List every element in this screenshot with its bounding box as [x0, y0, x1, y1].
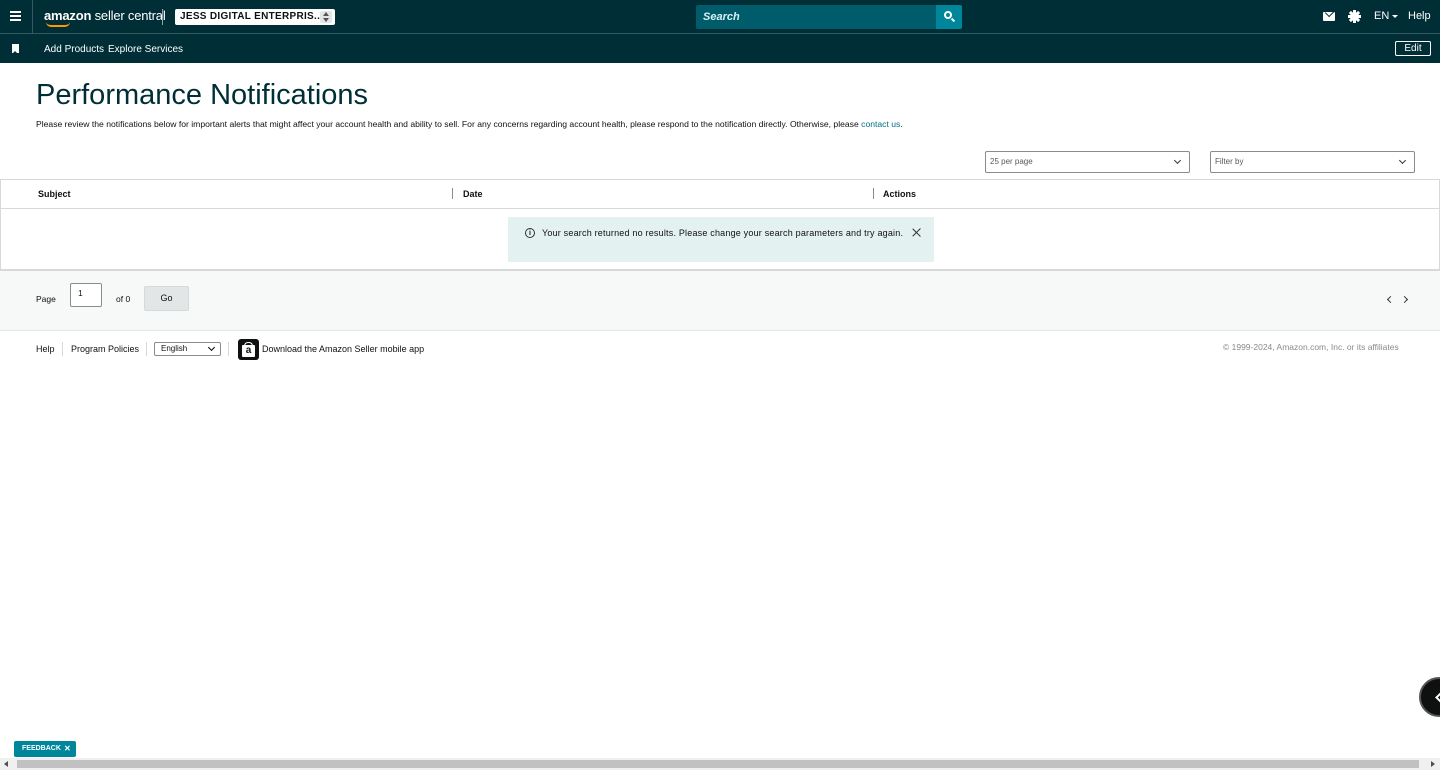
chevron-down-icon	[1398, 156, 1407, 165]
account-name: JESS DIGITAL ENTERPRIS...	[180, 11, 324, 22]
logo-amazon: amazon	[44, 8, 92, 23]
nav-add-products[interactable]: Add Products	[44, 44, 104, 55]
bookmark-bar: Add Products Explore Services Edit	[0, 34, 1440, 63]
header-divider	[162, 9, 163, 25]
page-description: Please review the notifications below fo…	[36, 119, 903, 129]
filter-select[interactable]: Filter by	[1210, 151, 1415, 173]
language-selector[interactable]: EN	[1374, 10, 1399, 22]
footer-divider	[228, 342, 229, 356]
seller-central-logo[interactable]: amazon seller central	[44, 8, 166, 27]
account-switcher[interactable]: JESS DIGITAL ENTERPRIS...	[175, 9, 335, 25]
updown-arrows-icon	[320, 11, 332, 23]
contact-us-link[interactable]: contact us	[861, 119, 900, 129]
mail-icon[interactable]	[1323, 12, 1335, 21]
chevron-left-icon	[1435, 691, 1440, 704]
top-header: amazon seller central JESS DIGITAL ENTER…	[0, 0, 1440, 34]
feedback-label: FEEDBACK	[22, 745, 61, 752]
feedback-button[interactable]: FEEDBACK ✕	[14, 741, 76, 757]
info-icon: i	[525, 228, 535, 238]
no-results-message: Your search returned no results. Please …	[542, 228, 904, 238]
help-link[interactable]: Help	[1408, 10, 1431, 22]
column-divider	[452, 188, 453, 199]
amazon-bag-icon[interactable]	[238, 339, 259, 360]
caret-down-icon	[1392, 14, 1399, 18]
table-header: Subject Date Actions	[1, 180, 1439, 209]
program-policies-link[interactable]: Program Policies	[71, 344, 139, 354]
footer-language-value: English	[161, 344, 188, 353]
horizontal-scrollbar[interactable]	[0, 758, 1440, 770]
column-date[interactable]: Date	[463, 189, 483, 199]
page-title: Performance Notifications	[36, 79, 369, 111]
per-page-value: 25 per page	[990, 157, 1033, 166]
logo-seller-central: seller central	[94, 8, 166, 23]
copyright-text: © 1999-2024, Amazon.com, Inc. or its aff…	[1223, 342, 1399, 352]
column-subject[interactable]: Subject	[38, 189, 71, 199]
footer-divider	[62, 342, 63, 356]
pagination: Page 1 of 0 Go	[0, 271, 1440, 331]
notifications-table: Subject Date Actions i Your search retur…	[0, 179, 1440, 271]
column-divider	[873, 188, 874, 199]
search-input[interactable]: Search	[696, 5, 936, 29]
logo-smile-icon	[46, 22, 70, 27]
bookmark-icon[interactable]	[12, 44, 19, 54]
column-actions: Actions	[883, 189, 917, 199]
gear-icon[interactable]	[1348, 10, 1361, 23]
close-icon[interactable]: ✕	[64, 741, 71, 757]
header-divider	[32, 0, 33, 33]
scroll-left-icon[interactable]	[4, 761, 8, 767]
page-number-input[interactable]: 1	[70, 283, 102, 307]
nav-explore-services[interactable]: Explore Services	[108, 44, 183, 55]
page-count: of 0	[116, 294, 131, 304]
close-icon[interactable]	[912, 228, 922, 238]
footer-language-select[interactable]: English	[154, 342, 221, 356]
chevron-left-icon[interactable]	[1386, 295, 1395, 304]
scroll-right-icon[interactable]	[1431, 761, 1435, 767]
search-placeholder: Search	[703, 11, 740, 23]
filter-placeholder: Filter by	[1215, 157, 1244, 166]
search-button[interactable]	[936, 5, 962, 29]
floating-expand-button[interactable]	[1419, 677, 1440, 717]
no-results-alert: i Your search returned no results. Pleas…	[508, 217, 934, 262]
scrollbar-thumb[interactable]	[17, 760, 1419, 768]
page-label: Page	[36, 294, 56, 304]
hamburger-menu-icon[interactable]	[8, 9, 24, 25]
chevron-down-icon	[207, 343, 216, 352]
chevron-down-icon	[1173, 156, 1182, 165]
footer-help-link[interactable]: Help	[36, 344, 55, 354]
download-app-link[interactable]: Download the Amazon Seller mobile app	[262, 344, 424, 354]
go-button[interactable]: Go	[144, 286, 189, 311]
chevron-right-icon[interactable]	[1400, 295, 1409, 304]
per-page-select[interactable]: 25 per page	[985, 151, 1190, 173]
edit-button[interactable]: Edit	[1395, 41, 1431, 56]
language-label: EN	[1374, 10, 1390, 22]
footer-divider	[146, 342, 147, 356]
